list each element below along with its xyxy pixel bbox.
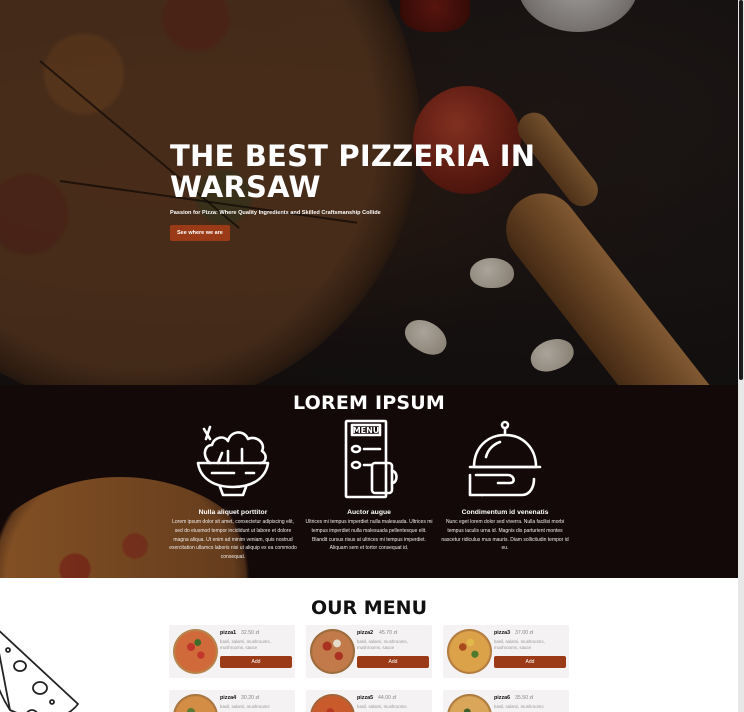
feature-item: Condimentum id venenatis Nunc eget lorem… [437,417,573,562]
pizza-description: basil, salami, mushrooms [357,704,407,709]
hero-subtitle: Passion for Pizza: Where Quality Ingredi… [170,210,381,216]
hero-title: THE BEST PIZZERIA IN WARSAW [170,139,536,204]
feature-item: Nulla aliquet porttitor Lorem ipsum dolo… [165,417,301,562]
feature-name: Auctor augue [347,509,391,516]
pizza-description: basil, salami, mushrooms, mushrooms, sau… [357,639,408,651]
pizza-price: 32.50 zł [241,630,260,636]
pizza-image [173,694,218,712]
pizza-price: 44.00 zł [378,695,397,701]
menu-section: OUR MENU pizza1 32.50 zł basil, salami, … [0,578,738,712]
page-scrollbar[interactable] [738,0,744,712]
menu-card: pizza4 30.20 zł basil, salami, mushrooms… [169,690,295,712]
feature-name: Condimentum id venenatis [461,509,549,516]
add-button[interactable]: Add [220,656,292,668]
menu-title: OUR MENU [310,597,428,619]
pizza-name: pizza4 [220,695,237,701]
pizza-description: basil, salami, mushrooms, mushrooms, sau… [494,639,545,651]
menu-card: pizza6 35.50 zł basil, salami, mushrooms… [443,690,569,712]
add-button[interactable]: Add [357,656,429,668]
menu-card: pizza5 44.00 zł basil, salami, mushrooms… [306,690,432,712]
scrollbar-thumb[interactable] [739,0,743,380]
feature-name: Nulla aliquet porttitor [198,509,268,516]
hero-section: THE BEST PIZZERIA IN WARSAW Passion for … [0,0,738,385]
feature-item: MENU Auctor augue Ultrices mi tempus imp… [301,417,437,562]
pizza-name: pizza5 [357,695,374,701]
pizza-slice-sketch-icon [0,630,79,712]
menu-card: pizza3 37.00 zł basil, salami, mushrooms… [443,625,569,678]
pizza-name: pizza2 [357,630,374,636]
pizza-price: 45.70 zł [379,630,398,636]
pizza-name: pizza1 [220,630,237,636]
pizza-description: basil, salami, mushrooms [220,704,270,709]
pizza-image [310,629,355,674]
pizza-image [310,694,355,712]
salad-bowl-icon [196,425,270,497]
pizza-image [447,694,492,712]
pizza-image [173,629,218,674]
pizza-price: 35.50 zł [515,695,534,701]
hero-content: THE BEST PIZZERIA IN WARSAW Passion for … [170,141,550,241]
feature-text: Lorem ipsum dolor sit amet, consectetur … [169,519,297,561]
pizza-name: pizza6 [494,695,511,701]
features-section: LOREM IPSUM Nulla aliquet porttitor Lore… [0,385,738,578]
pizza-price: 37.00 zł [515,630,534,636]
feature-text: Ultrices mi tempus imperdiet nulla males… [305,519,433,552]
features-columns: Nulla aliquet porttitor Lorem ipsum dolo… [165,417,575,562]
add-button[interactable]: Add [494,656,566,668]
pizza-name: pizza3 [494,630,511,636]
pizza-description: basil, salami, mushrooms, mushrooms, sau… [220,639,271,651]
pizza-image [447,629,492,674]
features-title: LOREM IPSUM [293,392,445,414]
see-where-we-are-button[interactable]: See where we are [170,225,230,241]
menu-card: pizza1 32.50 zł basil, salami, mushrooms… [169,625,295,678]
menu-card-icon: MENU [344,419,398,499]
serving-cloche-icon [468,420,542,497]
menu-card: pizza2 45.70 zł basil, salami, mushrooms… [306,625,432,678]
menu-card-grid: pizza1 32.50 zł basil, salami, mushrooms… [169,625,569,712]
pizza-description: basil, salami, mushrooms [494,704,544,709]
pizza-price: 30.20 zł [241,695,260,701]
feature-text: Nunc eget lorem dolor sed viverra. Nulla… [441,519,569,552]
svg-text:MENU: MENU [353,426,380,435]
